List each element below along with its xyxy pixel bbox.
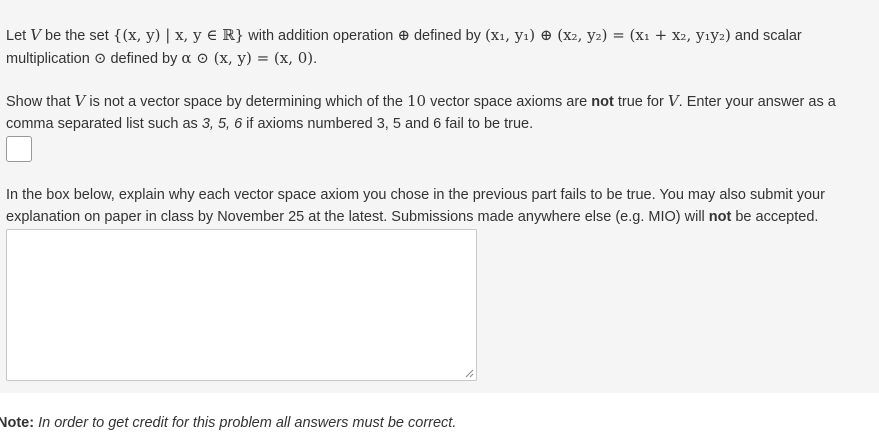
explanation-instructions: In the box below, explain why each vecto… <box>6 184 866 228</box>
bold-not: not <box>591 94 614 110</box>
math-v: V <box>74 92 86 110</box>
note: Note: In order to get credit for this pr… <box>0 412 456 434</box>
axioms-answer-input[interactable] <box>6 136 32 162</box>
example-answer: 3, 5, 6 <box>201 116 243 132</box>
math-v: V <box>30 26 42 44</box>
math-number-ten: 10 <box>406 92 427 110</box>
problem-statement: Let V be the set {(x, y) | x, y ∈ ℝ} wit… <box>6 26 802 67</box>
math-set-definition: {(x, y) | x, y ∈ ℝ} <box>112 26 245 44</box>
note-label: Note: <box>0 415 35 431</box>
math-addition-definition: (x₁, y₁) ⊕ (x₂, y₂) = (x₁ + x₂, y₁y₂) <box>484 26 731 44</box>
math-v: V <box>667 92 679 110</box>
math-scalar-definition: α ⊙ (x, y) = (x, 0) <box>181 49 314 67</box>
question-text: Show that V is not a vector space by det… <box>6 92 836 132</box>
bold-not: not <box>708 209 732 225</box>
odot-symbol: ⊙ <box>93 49 107 67</box>
oplus-symbol: ⊕ <box>397 26 410 44</box>
problem-panel: Let V be the set {(x, y) | x, y ∈ ℝ} wit… <box>0 0 879 393</box>
explanation-textarea[interactable] <box>6 229 477 381</box>
note-text: In order to get credit for this problem … <box>34 415 457 431</box>
resize-handle-icon[interactable] <box>465 369 474 378</box>
instructions-line-1: In the box below, explain why each vecto… <box>6 187 825 203</box>
